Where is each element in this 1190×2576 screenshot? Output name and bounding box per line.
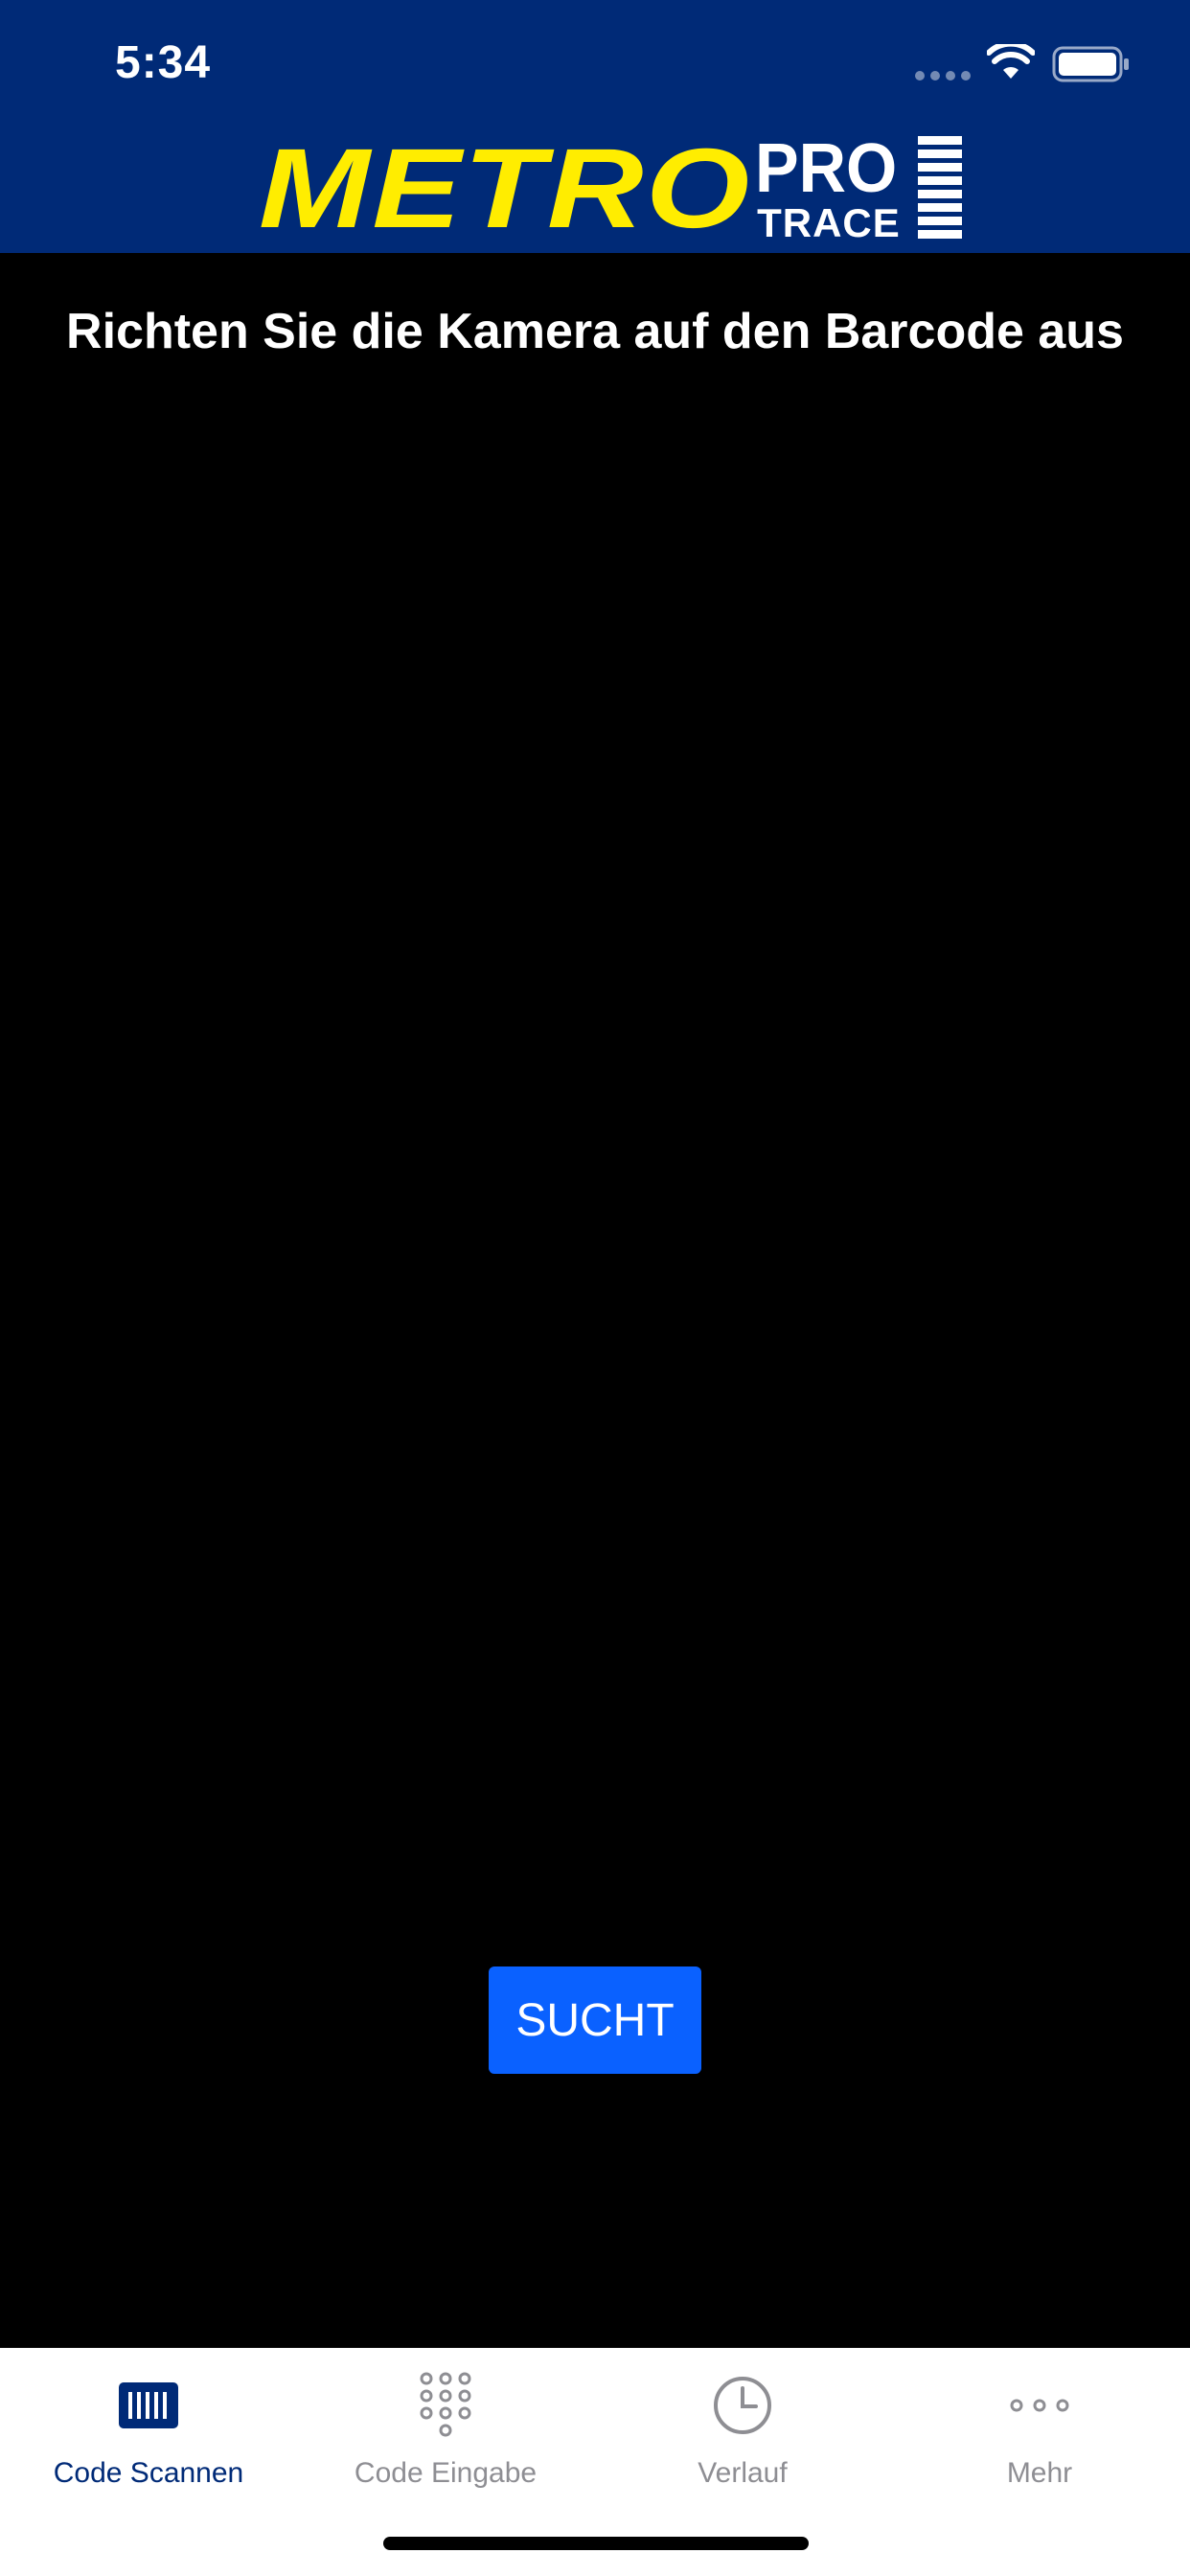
tab-code-eingabe[interactable]: Code Eingabe xyxy=(297,2348,594,2501)
logo-metro-text: METRO xyxy=(259,126,752,252)
logo-pro-text: PRO xyxy=(755,130,898,207)
wifi-icon xyxy=(986,40,1036,85)
metro-pro-trace-logo: METRO PRO TRACE xyxy=(259,126,963,252)
app-header: 5:34 METRO PRO TRACE xyxy=(0,0,1190,253)
more-dots-icon xyxy=(1009,2367,1070,2444)
logo-pro-trace: PRO TRACE xyxy=(740,130,963,247)
barcode-scan-icon xyxy=(119,2367,178,2444)
clock-icon xyxy=(712,2367,773,2444)
tab-mehr[interactable]: Mehr xyxy=(891,2348,1188,2501)
cellular-signal-icon xyxy=(915,71,971,80)
battery-icon xyxy=(1052,46,1131,87)
logo-trace-text: TRACE xyxy=(757,200,901,245)
status-time: 5:34 xyxy=(115,37,212,88)
tab-label: Code Eingabe xyxy=(354,2457,538,2489)
scan-instruction: Richten Sie die Kamera auf den Barcode a… xyxy=(66,304,1124,359)
tab-label: Code Scannen xyxy=(53,2457,244,2489)
tab-label: Mehr xyxy=(1006,2457,1073,2489)
home-indicator xyxy=(383,2537,809,2550)
logo-stripes xyxy=(918,136,963,243)
tab-verlauf[interactable]: Verlauf xyxy=(594,2348,891,2501)
search-button[interactable]: SUCHT xyxy=(489,1966,701,2074)
tab-label: Verlauf xyxy=(698,2457,788,2489)
tab-code-scannen[interactable]: Code Scannen xyxy=(0,2348,297,2501)
keypad-icon xyxy=(419,2367,472,2444)
